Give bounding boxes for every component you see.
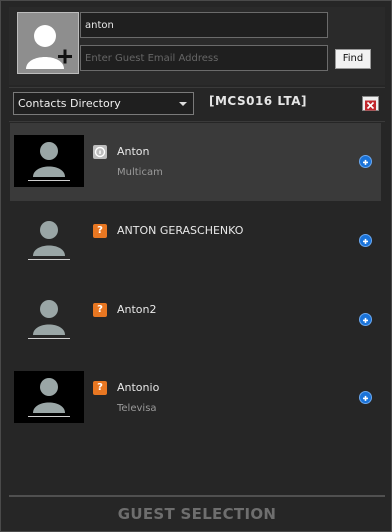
close-icon xyxy=(365,100,376,111)
contact-subtitle: Multicam xyxy=(117,167,163,178)
add-contact-button[interactable] xyxy=(359,155,372,168)
contact-row[interactable]: ? ANTON GERASCHENKO xyxy=(10,202,381,280)
directory-select-value: Contacts Directory xyxy=(18,97,121,110)
guest-name-input[interactable] xyxy=(80,12,328,38)
contact-name: ANTON GERASCHENKO xyxy=(117,224,244,237)
contact-thumbnail xyxy=(14,214,84,266)
room-label: [MCS016 LTA] xyxy=(209,94,308,108)
add-contact-button[interactable] xyxy=(359,234,372,247)
plus-icon xyxy=(363,159,368,165)
plus-icon xyxy=(363,238,368,244)
contact-thumbnail xyxy=(14,135,84,187)
plus-icon xyxy=(363,395,368,401)
contact-thumbnail xyxy=(14,371,84,423)
question-icon: ? xyxy=(93,303,107,317)
person-icon xyxy=(28,300,70,339)
add-contact-button[interactable] xyxy=(359,391,372,404)
footer-divider xyxy=(9,495,385,497)
divider xyxy=(9,121,385,122)
contact-name: Anton xyxy=(117,145,150,158)
person-icon xyxy=(28,221,70,260)
contact-thumbnail xyxy=(14,293,84,345)
person-icon xyxy=(28,142,70,181)
add-user-icon xyxy=(26,25,72,69)
add-guest-avatar[interactable] xyxy=(17,12,79,74)
contact-row[interactable]: ? Anton2 xyxy=(10,281,381,359)
person-icon xyxy=(28,378,70,417)
contact-row[interactable]: ? Antonio Televisa xyxy=(10,359,381,437)
info-icon xyxy=(93,145,107,159)
search-area: Find xyxy=(9,7,385,85)
plus-icon xyxy=(363,317,368,323)
question-icon: ? xyxy=(93,381,107,395)
panel-title: GUEST SELECTION xyxy=(117,505,277,523)
find-button[interactable]: Find xyxy=(335,49,371,69)
divider xyxy=(9,87,385,88)
contact-name: Anton2 xyxy=(117,303,157,316)
guest-selection-panel: Find Contacts Directory [MCS016 LTA] xyxy=(0,0,392,532)
close-button[interactable] xyxy=(362,96,379,111)
contact-subtitle: Televisa xyxy=(117,403,157,414)
contact-name: Antonio xyxy=(117,381,160,394)
guest-email-input[interactable] xyxy=(80,45,328,71)
contact-row[interactable]: Anton Multicam xyxy=(10,123,381,201)
chevron-down-icon xyxy=(179,102,187,106)
question-icon: ? xyxy=(93,224,107,238)
add-contact-button[interactable] xyxy=(359,313,372,326)
directory-select[interactable]: Contacts Directory xyxy=(13,92,194,115)
